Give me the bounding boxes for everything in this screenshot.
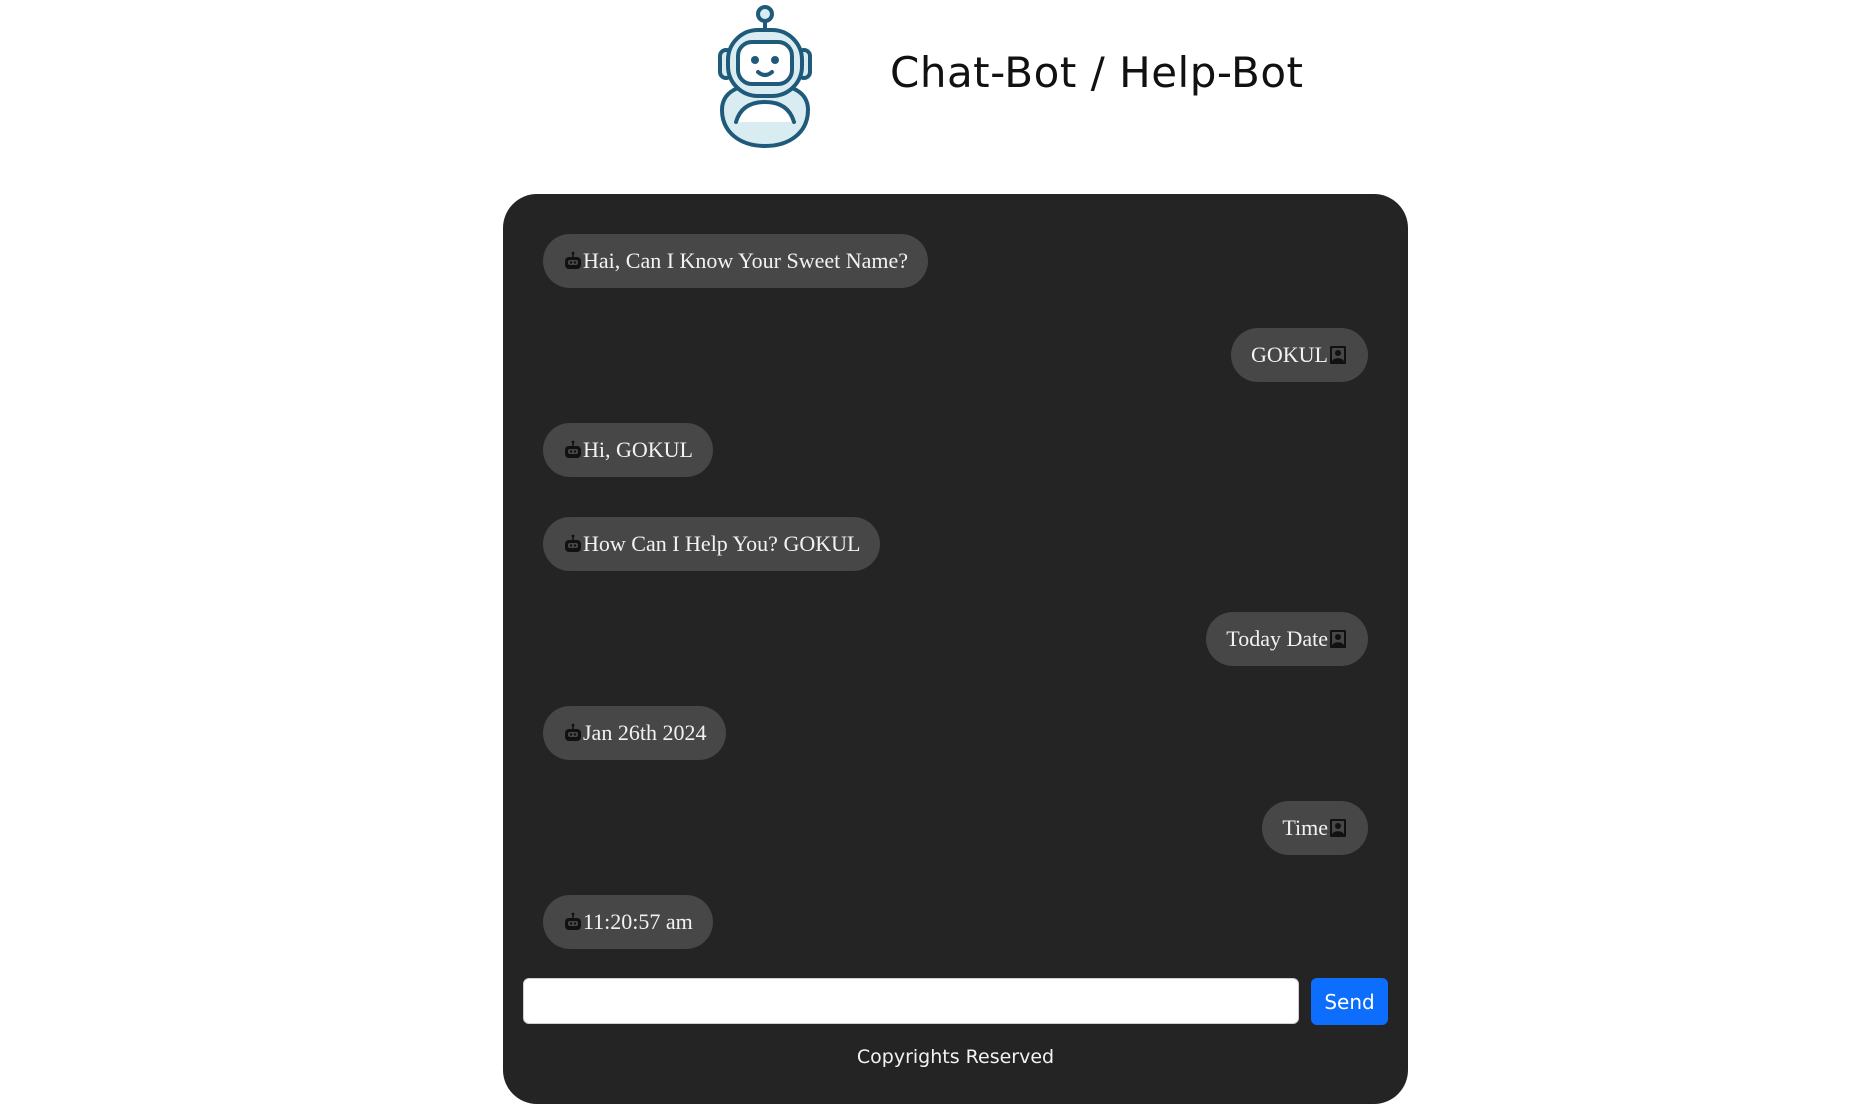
message-text: Today Date: [1226, 626, 1328, 651]
user-message-bubble: Time: [1262, 801, 1368, 855]
bot-message-bubble: Jan 26th 2024: [543, 706, 727, 760]
message-text: Jan 26th 2024: [583, 720, 707, 745]
user-icon: [1328, 818, 1348, 838]
message-row: How Can I Help You? GOKUL: [543, 517, 1368, 571]
user-message-bubble: GOKUL: [1231, 328, 1368, 382]
robot-icon: [563, 723, 583, 743]
chat-panel: Hai, Can I Know Your Sweet Name? GOKUL H…: [503, 194, 1408, 1104]
bot-message-bubble: How Can I Help You? GOKUL: [543, 517, 881, 571]
message-row: GOKUL: [543, 328, 1368, 382]
message-input[interactable]: [523, 978, 1299, 1024]
robot-icon: [563, 912, 583, 932]
page-title: Chat-Bot / Help-Bot: [890, 48, 1304, 97]
user-message-bubble: Today Date: [1206, 612, 1368, 666]
bot-message-bubble: 11:20:57 am: [543, 895, 713, 949]
chat-input-area: Send: [523, 978, 1388, 1026]
bot-message-bubble: Hi, GOKUL: [543, 423, 713, 477]
message-row: Hi, GOKUL: [543, 423, 1368, 477]
robot-icon: [563, 534, 583, 554]
message-text: Hai, Can I Know Your Sweet Name?: [583, 248, 909, 273]
robot-icon: [563, 440, 583, 460]
message-row: 11:20:57 am: [543, 895, 1368, 949]
message-row: Time: [543, 801, 1368, 855]
page-header: Chat-Bot / Help-Bot: [0, 0, 1869, 160]
message-row: Jan 26th 2024: [543, 706, 1368, 760]
message-text: 11:20:57 am: [583, 909, 693, 934]
bot-message-bubble: Hai, Can I Know Your Sweet Name?: [543, 234, 929, 288]
robot-logo-icon: [700, 0, 830, 148]
message-text: Time: [1282, 815, 1328, 840]
message-text: GOKUL: [1251, 342, 1328, 367]
message-text: Hi, GOKUL: [583, 437, 693, 462]
message-row: Today Date: [543, 612, 1368, 666]
send-button[interactable]: Send: [1311, 978, 1388, 1025]
user-icon: [1328, 629, 1348, 649]
user-icon: [1328, 345, 1348, 365]
robot-icon: [563, 251, 583, 271]
message-text: How Can I Help You? GOKUL: [583, 531, 861, 556]
message-row: Hai, Can I Know Your Sweet Name?: [543, 234, 1368, 288]
footer-text: Copyrights Reserved: [856, 1046, 1055, 1068]
